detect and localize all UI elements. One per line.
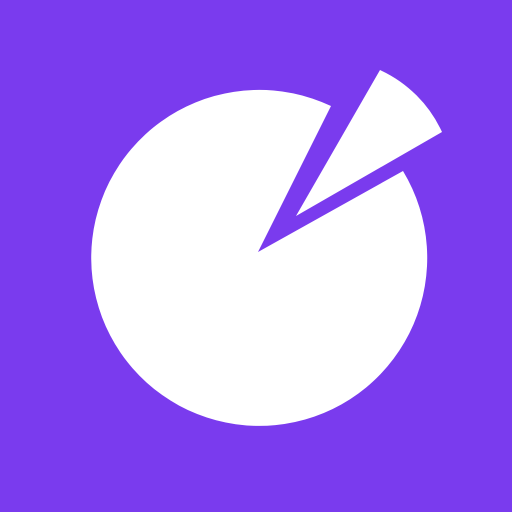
app-icon	[0, 0, 512, 512]
pie-chart-icon	[0, 0, 512, 512]
